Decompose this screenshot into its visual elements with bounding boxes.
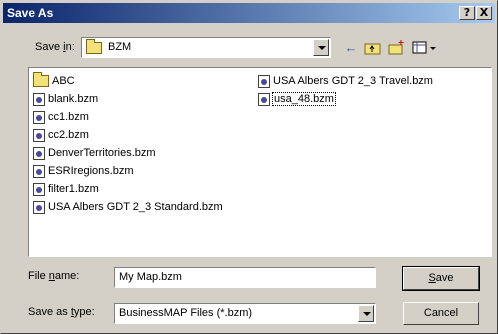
list-item[interactable]: blank.bzm [33, 90, 98, 108]
list-item[interactable]: ABC [33, 72, 75, 90]
folder-icon [86, 39, 102, 55]
dialog-title: Save As [7, 6, 54, 20]
list-item-label: cc1.bzm [48, 111, 89, 123]
file-list[interactable]: ABC blank.bzm cc1.bzm cc2.bzm DenverTerritor… [28, 67, 492, 257]
map-file-icon [33, 200, 45, 214]
file-name-value: My Map.bzm [119, 271, 182, 283]
view-menu-icon[interactable] [412, 39, 438, 57]
save-as-type-dropdown[interactable]: BusinessMAP Files (*.bzm) [114, 303, 376, 324]
save-in-value: BZM [108, 41, 132, 53]
folder-icon [33, 72, 49, 88]
save-in-label-pre: Save [35, 41, 64, 53]
file-name-label: File name: [28, 270, 79, 282]
save-as-type-label: Save as type: [28, 306, 95, 318]
save-in-label-post: n: [65, 41, 75, 53]
help-button[interactable]: ? [459, 6, 475, 20]
list-item[interactable]: DenverTerritories.bzm [33, 144, 156, 162]
up-folder-icon[interactable] [364, 39, 382, 57]
file-name-label-pre: File [28, 270, 49, 282]
map-file-icon [258, 92, 270, 106]
map-file-icon [33, 146, 45, 160]
list-item-label: DenverTerritories.bzm [48, 147, 156, 159]
map-file-icon [33, 164, 45, 178]
list-item-label: USA Albers GDT 2_3 Standard.bzm [48, 201, 223, 213]
list-item[interactable]: cc2.bzm [33, 126, 89, 144]
list-item-label: blank.bzm [48, 93, 99, 105]
save-as-type-label-pre: Save as [28, 306, 71, 318]
list-item[interactable]: USA Albers GDT 2_3 Travel.bzm [258, 72, 433, 90]
map-file-icon [258, 74, 270, 88]
list-item-label: usa_48.bzm [272, 92, 336, 106]
map-file-icon [33, 92, 45, 106]
file-name-label-post: ame: [54, 270, 80, 282]
save-button-key: S [428, 272, 436, 284]
map-file-icon [33, 110, 45, 124]
back-arrow-icon[interactable]: ← [342, 39, 360, 57]
list-item[interactable]: USA Albers GDT 2_3 Standard.bzm [33, 198, 223, 216]
list-item-label: ABC [52, 75, 75, 87]
map-file-icon [33, 182, 45, 196]
list-item[interactable]: filter1.bzm [33, 180, 99, 198]
chevron-down-icon[interactable] [313, 39, 329, 56]
list-item[interactable]: usa_48.bzm [258, 90, 336, 108]
list-item-label: filter1.bzm [48, 183, 99, 195]
file-name-field[interactable]: My Map.bzm [114, 267, 376, 288]
list-item[interactable]: cc1.bzm [33, 108, 89, 126]
list-item-label: ESRIregions.bzm [48, 165, 134, 177]
chevron-down-icon[interactable] [358, 305, 374, 322]
save-as-dialog: Save As ? X Save in: BZM ← ABC blank.bzm c… [0, 0, 498, 334]
list-item[interactable]: ESRIregions.bzm [33, 162, 134, 180]
list-item-label: cc2.bzm [48, 129, 89, 141]
map-file-icon [33, 128, 45, 142]
save-in-dropdown[interactable]: BZM [81, 37, 331, 58]
save-button[interactable]: Save [402, 266, 480, 291]
save-as-type-value: BusinessMAP Files (*.bzm) [119, 307, 253, 319]
cancel-button[interactable]: Cancel [403, 302, 479, 325]
close-button[interactable]: X [476, 6, 492, 20]
new-folder-icon[interactable] [388, 39, 406, 57]
list-item-label: USA Albers GDT 2_3 Travel.bzm [273, 75, 433, 87]
save-in-label: Save in: [35, 41, 75, 53]
save-button-label: ave [435, 272, 454, 284]
save-as-type-label-post: ype: [73, 306, 95, 318]
title-bar[interactable]: Save As ? X [3, 3, 495, 23]
